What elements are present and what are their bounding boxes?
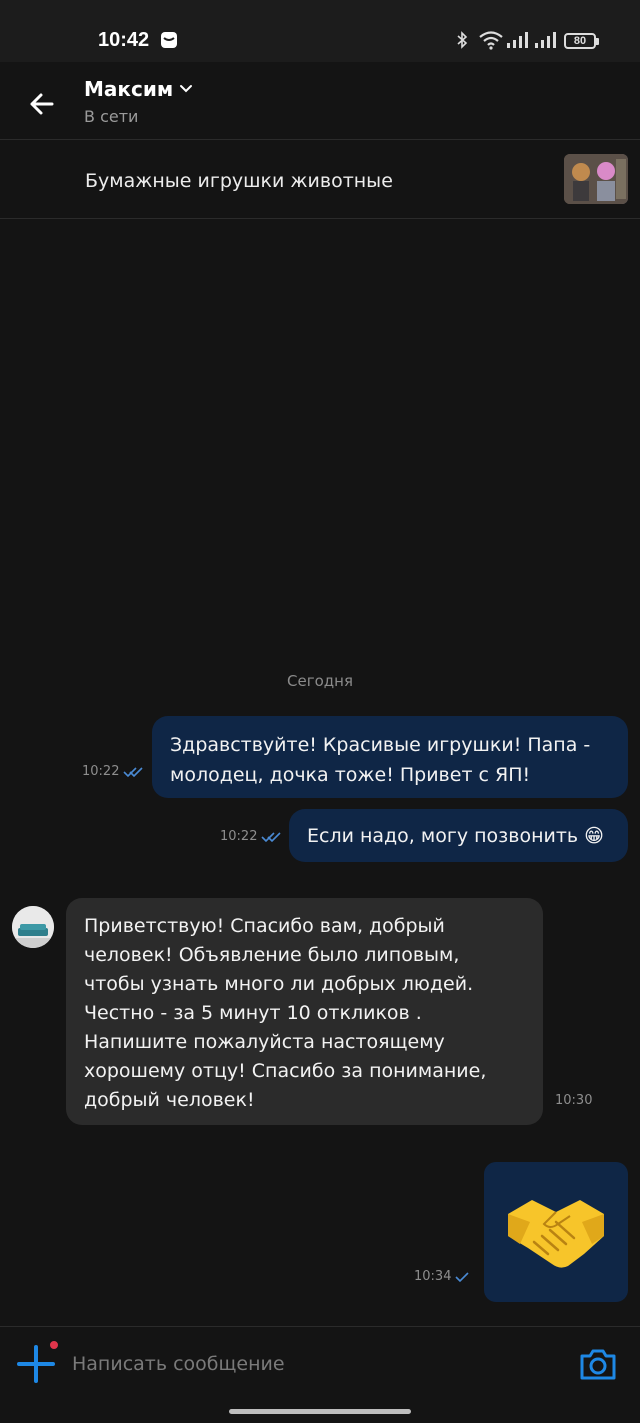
message-text: Напишите пожалуйста настоящему bbox=[84, 1031, 445, 1053]
avatar[interactable] bbox=[12, 906, 54, 948]
message-text: Честно - за 5 минут 10 откликов . bbox=[84, 1002, 422, 1024]
double-check-icon bbox=[123, 766, 144, 777]
message-timestamp: 10:34 bbox=[414, 1269, 470, 1284]
chat-header: Максим В сети bbox=[0, 62, 640, 140]
check-icon bbox=[455, 1271, 470, 1282]
notification-dot bbox=[48, 1339, 60, 1351]
handshake-icon bbox=[508, 1200, 604, 1268]
outgoing-message[interactable]: Если надо, могу позвонить 😁 bbox=[289, 809, 628, 862]
message-text: человек! Объявление было липовым, bbox=[84, 944, 460, 966]
camera-icon[interactable] bbox=[578, 1344, 618, 1384]
message-timestamp: 10:30 bbox=[555, 1093, 593, 1108]
message-text: Здравствуйте! Красивые игрушки! Папа - bbox=[170, 734, 591, 756]
outgoing-message[interactable]: Здравствуйте! Красивые игрушки! Папа - м… bbox=[152, 716, 628, 798]
double-check-icon bbox=[261, 831, 282, 842]
message-timestamp: 10:22 bbox=[82, 764, 144, 779]
bluetooth-icon bbox=[457, 31, 468, 49]
listing-title: Бумажные игрушки животные bbox=[85, 170, 393, 192]
listing-thumbnail bbox=[564, 154, 628, 204]
message-text: хорошему отцу! Спасибо за понимание, bbox=[84, 1060, 487, 1082]
wifi-icon bbox=[479, 31, 503, 50]
message-timestamp: 10:22 bbox=[220, 829, 282, 844]
message-input[interactable] bbox=[72, 1349, 552, 1379]
listing-bar[interactable]: Бумажные игрушки животные bbox=[0, 140, 640, 219]
battery-indicator: 80 bbox=[564, 33, 599, 49]
message-text: молодец, дочка тоже! Привет с ЯП! bbox=[170, 764, 531, 786]
chevron-down-icon bbox=[180, 85, 193, 93]
status-bar: 10:42 80 bbox=[0, 0, 640, 62]
message-text: добрый человек! bbox=[84, 1089, 255, 1111]
contact-online-status: В сети bbox=[84, 107, 139, 126]
status-time: 10:42 bbox=[98, 29, 150, 51]
home-indicator bbox=[229, 1409, 411, 1414]
message-text: чтобы узнать много ли добрых людей. bbox=[84, 973, 474, 995]
incoming-message[interactable]: Приветствую! Спасибо вам, добрый человек… bbox=[66, 898, 543, 1125]
signal-icon bbox=[535, 32, 556, 48]
message-text: Если надо, могу позвонить 😁 bbox=[307, 825, 604, 847]
date-separator: Сегодня bbox=[287, 672, 353, 690]
contact-name: Максим bbox=[84, 77, 174, 101]
signal-icon bbox=[507, 32, 528, 48]
message-text: Приветствую! Спасибо вам, добрый bbox=[84, 915, 445, 937]
message-input-bar bbox=[0, 1326, 640, 1423]
notification-icon bbox=[161, 32, 177, 48]
contact-name-dropdown[interactable]: Максим bbox=[84, 77, 193, 101]
outgoing-emoji-message[interactable] bbox=[484, 1162, 628, 1302]
back-arrow-icon[interactable] bbox=[22, 84, 62, 124]
